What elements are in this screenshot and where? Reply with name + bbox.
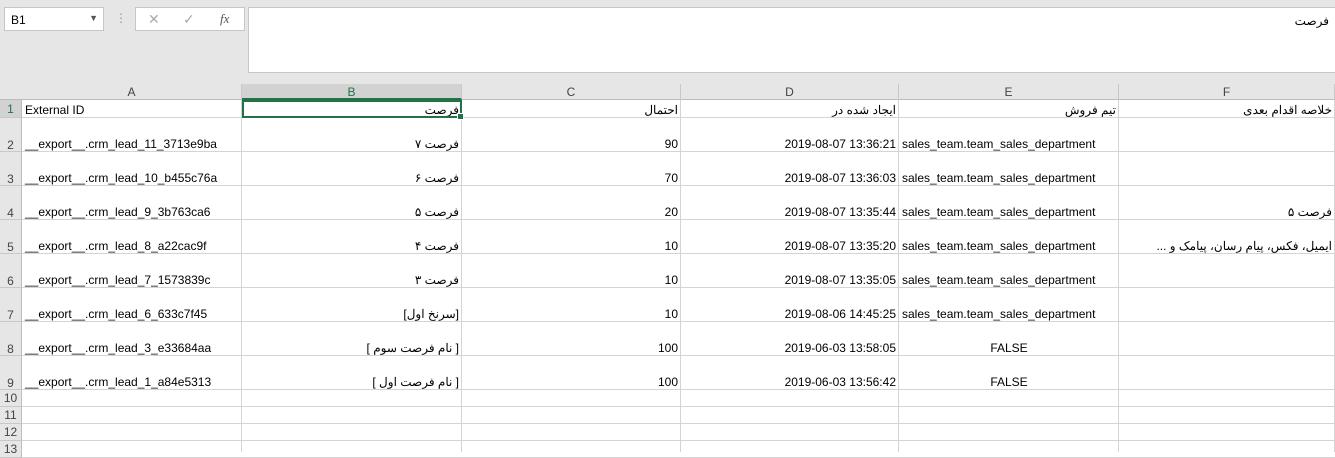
table-cell[interactable]: ایمیل، فکس، پیام رسان، پیامک و ... <box>1119 238 1335 254</box>
table-cell[interactable]: 2019-08-07 13:35:44 <box>681 204 899 220</box>
table-cell[interactable]: __export__.crm_lead_9_3b763ca6 <box>22 204 242 220</box>
table-cell[interactable]: 10 <box>462 238 681 254</box>
row-header-8[interactable]: 8 <box>0 322 22 356</box>
header-cell-sales-team[interactable]: تیم فروش <box>899 102 1119 118</box>
table-cell[interactable]: __export__.crm_lead_8_a22cac9f <box>22 238 242 254</box>
formula-bar-content: فرصت <box>1294 14 1329 28</box>
gridline-horizontal <box>22 406 1335 407</box>
row-header-6[interactable]: 6 <box>0 254 22 288</box>
table-cell[interactable]: 70 <box>462 170 681 186</box>
active-cell-border <box>242 100 464 120</box>
table-cell[interactable]: __export__.crm_lead_7_1573839c <box>22 272 242 288</box>
header-cell-probability[interactable]: احتمال <box>462 102 681 118</box>
table-cell[interactable] <box>1119 374 1335 390</box>
table-cell[interactable]: sales_team.team_sales_department <box>899 204 1119 220</box>
table-cell[interactable]: 90 <box>462 136 681 152</box>
formula-buttons: ✕ ✓ fx <box>135 7 245 31</box>
row-header-10[interactable]: 10 <box>0 390 22 407</box>
table-cell[interactable]: 10 <box>462 272 681 288</box>
table-cell[interactable]: 2019-08-07 13:35:20 <box>681 238 899 254</box>
table-cell[interactable]: sales_team.team_sales_department <box>899 272 1119 288</box>
formula-toolbar: B1 ▼ ⋮ ✕ ✓ fx فرصت <box>0 0 1335 84</box>
check-icon[interactable]: ✓ <box>183 11 195 28</box>
table-cell[interactable]: __export__.crm_lead_3_e33684aa <box>22 340 242 356</box>
table-cell[interactable]: فرصت ۴ <box>242 238 462 254</box>
row-header-7[interactable]: 7 <box>0 288 22 322</box>
table-cell[interactable]: [سرنخ اول] <box>242 306 462 322</box>
column-header-c[interactable]: C <box>462 84 681 100</box>
table-cell[interactable] <box>1119 272 1335 288</box>
table-cell[interactable]: FALSE <box>899 374 1119 390</box>
table-cell[interactable]: [ نام فرصت اول ] <box>242 374 462 390</box>
column-header-d[interactable]: D <box>681 84 899 100</box>
column-header-b[interactable]: B <box>242 84 462 100</box>
row-header-5[interactable]: 5 <box>0 220 22 254</box>
fill-handle[interactable] <box>457 113 464 120</box>
table-cell[interactable]: FALSE <box>899 340 1119 356</box>
table-cell[interactable] <box>1119 170 1335 186</box>
row-header-2[interactable]: 2 <box>0 118 22 152</box>
x-icon[interactable]: ✕ <box>148 11 160 28</box>
table-cell[interactable]: 2019-08-07 13:36:21 <box>681 136 899 152</box>
table-cell[interactable] <box>1119 136 1335 152</box>
formula-bar[interactable]: فرصت <box>248 7 1335 73</box>
column-header-e[interactable]: E <box>899 84 1119 100</box>
row-header-12[interactable]: 12 <box>0 424 22 441</box>
table-cell[interactable] <box>1119 306 1335 322</box>
row-header-4[interactable]: 4 <box>0 186 22 220</box>
header-cell-created-on[interactable]: ایجاد شده در <box>681 102 899 118</box>
table-cell[interactable] <box>1119 340 1335 356</box>
table-cell[interactable]: 2019-08-06 14:45:25 <box>681 306 899 322</box>
table-cell[interactable]: sales_team.team_sales_department <box>899 136 1119 152</box>
table-cell[interactable]: 100 <box>462 374 681 390</box>
table-cell[interactable]: __export__.crm_lead_10_b455c76a <box>22 170 242 186</box>
table-cell[interactable]: __export__.crm_lead_11_3713e9ba <box>22 136 242 152</box>
table-cell[interactable]: 2019-06-03 13:56:42 <box>681 374 899 390</box>
row-header-1[interactable]: 1 <box>0 100 22 118</box>
table-cell[interactable]: 2019-08-07 13:35:05 <box>681 272 899 288</box>
gridline-horizontal <box>22 440 1335 441</box>
table-cell[interactable]: فرصت ۶ <box>242 170 462 186</box>
column-headers: ABCDEF <box>0 84 1335 100</box>
table-cell[interactable]: 20 <box>462 204 681 220</box>
table-cell[interactable]: __export__.crm_lead_6_633c7f45 <box>22 306 242 322</box>
table-cell[interactable]: 100 <box>462 340 681 356</box>
table-cell[interactable]: فرصت ۳ <box>242 272 462 288</box>
table-cell[interactable]: 2019-06-03 13:58:05 <box>681 340 899 356</box>
row-header-3[interactable]: 3 <box>0 152 22 186</box>
name-box-value: B1 <box>11 13 26 27</box>
table-cell[interactable]: فرصت ۵ <box>1119 204 1335 220</box>
table-cell[interactable]: sales_team.team_sales_department <box>899 238 1119 254</box>
column-header-a[interactable]: A <box>22 84 242 100</box>
table-cell[interactable]: فرصت ۷ <box>242 136 462 152</box>
fx-icon[interactable]: fx <box>220 11 229 27</box>
table-cell[interactable]: فرصت ۵ <box>242 204 462 220</box>
header-cell-external-id[interactable]: External ID <box>22 102 242 118</box>
cell-grid[interactable]: External ID فرصت احتمال ایجاد شده در تیم فرو… <box>22 100 1335 458</box>
table-cell[interactable]: __export__.crm_lead_1_a84e5313 <box>22 374 242 390</box>
drag-handle-icon[interactable]: ⋮ <box>115 11 127 25</box>
header-cell-next-activity[interactable]: خلاصه اقدام بعدی <box>1119 102 1335 118</box>
table-cell[interactable]: [ نام فرصت سوم ] <box>242 340 462 356</box>
row-header-11[interactable]: 11 <box>0 407 22 424</box>
gridline-horizontal <box>22 423 1335 424</box>
row-header-13[interactable]: 13 <box>0 441 22 458</box>
table-cell[interactable]: 2019-08-07 13:36:03 <box>681 170 899 186</box>
chevron-down-icon[interactable]: ▼ <box>89 13 98 23</box>
table-cell[interactable]: 10 <box>462 306 681 322</box>
row-header-9[interactable]: 9 <box>0 356 22 390</box>
column-header-f[interactable]: F <box>1119 84 1335 100</box>
name-box[interactable]: B1 ▼ <box>4 7 104 31</box>
table-cell[interactable]: sales_team.team_sales_department <box>899 306 1119 322</box>
table-cell[interactable]: sales_team.team_sales_department <box>899 170 1119 186</box>
